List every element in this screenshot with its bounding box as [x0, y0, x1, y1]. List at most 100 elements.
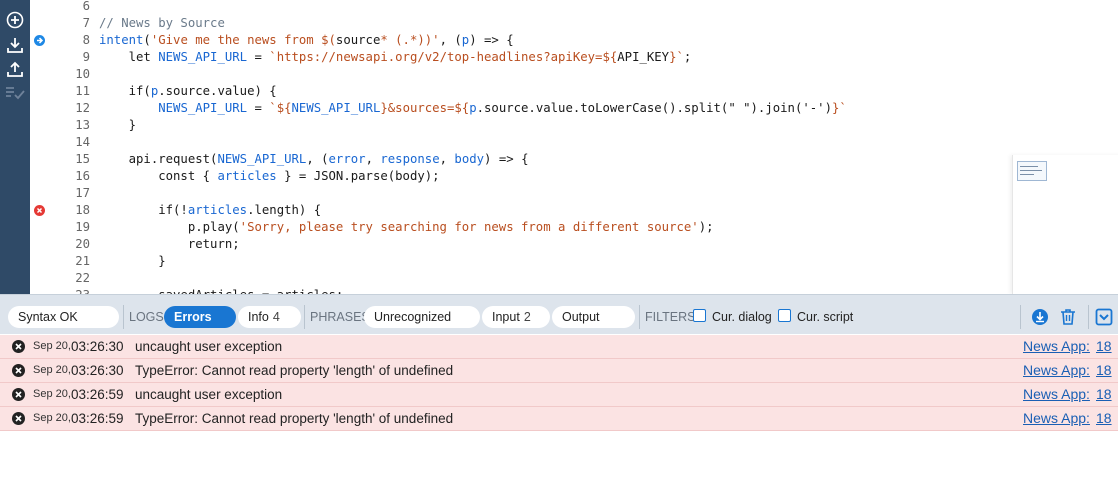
line-number: 15 — [75, 152, 90, 166]
log-date: Sep 20, — [33, 412, 71, 424]
logs-panel-toolbar: Syntax OK LOGS Errors Info 4 PHRASES Unre… — [0, 294, 1118, 334]
code-line[interactable]: 12 NEWS_API_URL = `${NEWS_API_URL}&sourc… — [30, 100, 1118, 117]
line-number: 9 — [82, 50, 90, 64]
code-token: } — [99, 118, 137, 132]
code-token: API_KEY — [617, 50, 670, 64]
divider — [304, 305, 305, 329]
code-token: error — [328, 152, 366, 166]
code-line[interactable]: 7 // News by Source — [30, 15, 1118, 32]
left-toolbar — [0, 0, 30, 294]
log-row[interactable]: Sep 20, 03:26:59 TypeError: Cannot read pr… — [0, 407, 1118, 431]
code-token: NEWS_API_URL — [291, 101, 381, 115]
trash-icon[interactable] — [1058, 307, 1078, 327]
code-token: source — [335, 33, 381, 47]
code-token: .source.value) { — [158, 84, 277, 98]
error-icon — [12, 364, 25, 377]
upload-icon[interactable] — [4, 58, 26, 80]
collapse-panel-icon[interactable] — [1094, 307, 1114, 327]
log-time: 03:26:59 — [71, 387, 124, 402]
code-line[interactable]: 16 const { articles } = JSON.parse(body)… — [30, 168, 1118, 185]
cur-dialog-label: Cur. dialog — [712, 310, 772, 324]
code-line[interactable]: 10 — [30, 66, 1118, 83]
code-text: if(!articles.length) { — [99, 202, 321, 219]
log-line-link[interactable]: 18 — [1096, 407, 1112, 430]
log-line-link[interactable]: 18 — [1096, 359, 1112, 382]
log-source-link[interactable]: News App: — [1023, 359, 1090, 382]
line-number: 22 — [75, 271, 90, 285]
log-date: Sep 20, — [33, 388, 71, 400]
code-token: p.play( — [99, 220, 240, 234]
line-number: 16 — [75, 169, 90, 183]
cur-script-label: Cur. script — [797, 310, 854, 324]
add-circle-icon[interactable] — [4, 9, 26, 31]
code-text: } — [99, 117, 136, 134]
line-number: 21 — [75, 254, 90, 268]
error-log-list: Sep 20, 03:26:30 uncaught user exception Ne… — [0, 335, 1118, 431]
log-source-link[interactable]: News App: — [1023, 335, 1090, 358]
log-source-link[interactable]: News App: — [1023, 383, 1090, 406]
tab-info[interactable]: Info 4 — [238, 306, 301, 328]
tab-input-count: 2 — [523, 310, 531, 324]
code-line[interactable]: 20 return; — [30, 236, 1118, 253]
tab-input[interactable]: Input 2 — [482, 306, 550, 328]
code-text: // News by Source — [99, 15, 225, 32]
check-all-icon[interactable] — [4, 82, 26, 104]
log-message: TypeError: Cannot read property 'length'… — [135, 411, 454, 426]
code-token: api.request( — [99, 152, 218, 166]
log-line-link[interactable]: 18 — [1096, 335, 1112, 358]
line-number: 7 — [82, 16, 90, 30]
error-icon — [12, 340, 25, 353]
code-token: response — [380, 152, 440, 166]
code-token: NEWS_API_URL — [158, 101, 248, 115]
log-source-link[interactable]: News App: — [1023, 407, 1090, 430]
code-token: body — [454, 152, 485, 166]
log-row[interactable]: Sep 20, 03:26:59 uncaught user exception Ne… — [0, 383, 1118, 407]
code-editor[interactable]: 6 7 // News by Source 8 intent('Give me the … — [30, 0, 1118, 294]
tab-output[interactable]: Output — [552, 306, 635, 328]
code-token: if( — [99, 84, 151, 98]
log-time: 03:26:59 — [71, 411, 124, 426]
tab-unrecognized[interactable]: Unrecognized — [364, 306, 480, 328]
code-token: NEWS_API_URL — [158, 50, 248, 64]
code-line[interactable]: 23 savedArticles = articles; — [30, 287, 1118, 294]
log-row[interactable]: Sep 20, 03:26:30 TypeError: Cannot read pr… — [0, 359, 1118, 383]
code-token: const { — [99, 169, 218, 183]
code-line[interactable]: 11 if(p.source.value) { — [30, 83, 1118, 100]
error-icon — [12, 412, 25, 425]
code-token: 'Give me the news from $( — [150, 33, 336, 47]
line-number: 6 — [82, 0, 90, 13]
code-line[interactable]: 15 api.request(NEWS_API_URL, (error, res… — [30, 151, 1118, 168]
code-line[interactable]: 9 let NEWS_API_URL = `https://newsapi.or… — [30, 49, 1118, 66]
code-line[interactable]: 21 } — [30, 253, 1118, 270]
log-date: Sep 20, — [33, 364, 71, 376]
code-line[interactable]: 18 if(!articles.length) { — [30, 202, 1118, 219]
log-time: 03:26:30 — [71, 339, 124, 354]
code-line[interactable]: 6 — [30, 0, 1118, 15]
code-line[interactable]: 14 — [30, 134, 1118, 151]
code-token: }` — [831, 101, 847, 115]
download-log-icon[interactable] — [1030, 307, 1050, 327]
code-token: * (.*))' — [380, 33, 440, 47]
download-icon[interactable] — [4, 34, 26, 56]
cur-dialog-checkbox[interactable] — [693, 309, 706, 322]
log-date: Sep 20, — [33, 340, 71, 352]
cur-script-checkbox[interactable] — [778, 309, 791, 322]
code-token: , — [439, 152, 455, 166]
code-line[interactable]: 17 — [30, 185, 1118, 202]
line-number: 13 — [75, 118, 90, 132]
tab-info-count: 4 — [272, 310, 280, 324]
code-line[interactable]: 8 intent('Give me the news from $(source*… — [30, 32, 1118, 49]
code-line[interactable]: 19 p.play('Sorry, please try searching f… — [30, 219, 1118, 236]
code-line[interactable]: 13 } — [30, 117, 1118, 134]
line-number: 14 — [75, 135, 90, 149]
code-line[interactable]: 22 — [30, 270, 1118, 287]
code-token: `${ — [269, 101, 292, 115]
log-line-link[interactable]: 18 — [1096, 383, 1112, 406]
error-marker-icon[interactable] — [34, 205, 45, 216]
log-message: TypeError: Cannot read property 'length'… — [135, 363, 454, 378]
current-intent-arrow-icon[interactable] — [34, 35, 45, 46]
filters-group-label: FILTERS — [645, 310, 696, 324]
log-row[interactable]: Sep 20, 03:26:30 uncaught user exception Ne… — [0, 335, 1118, 359]
line-number: 12 — [75, 101, 90, 115]
tab-errors[interactable]: Errors — [164, 306, 236, 328]
